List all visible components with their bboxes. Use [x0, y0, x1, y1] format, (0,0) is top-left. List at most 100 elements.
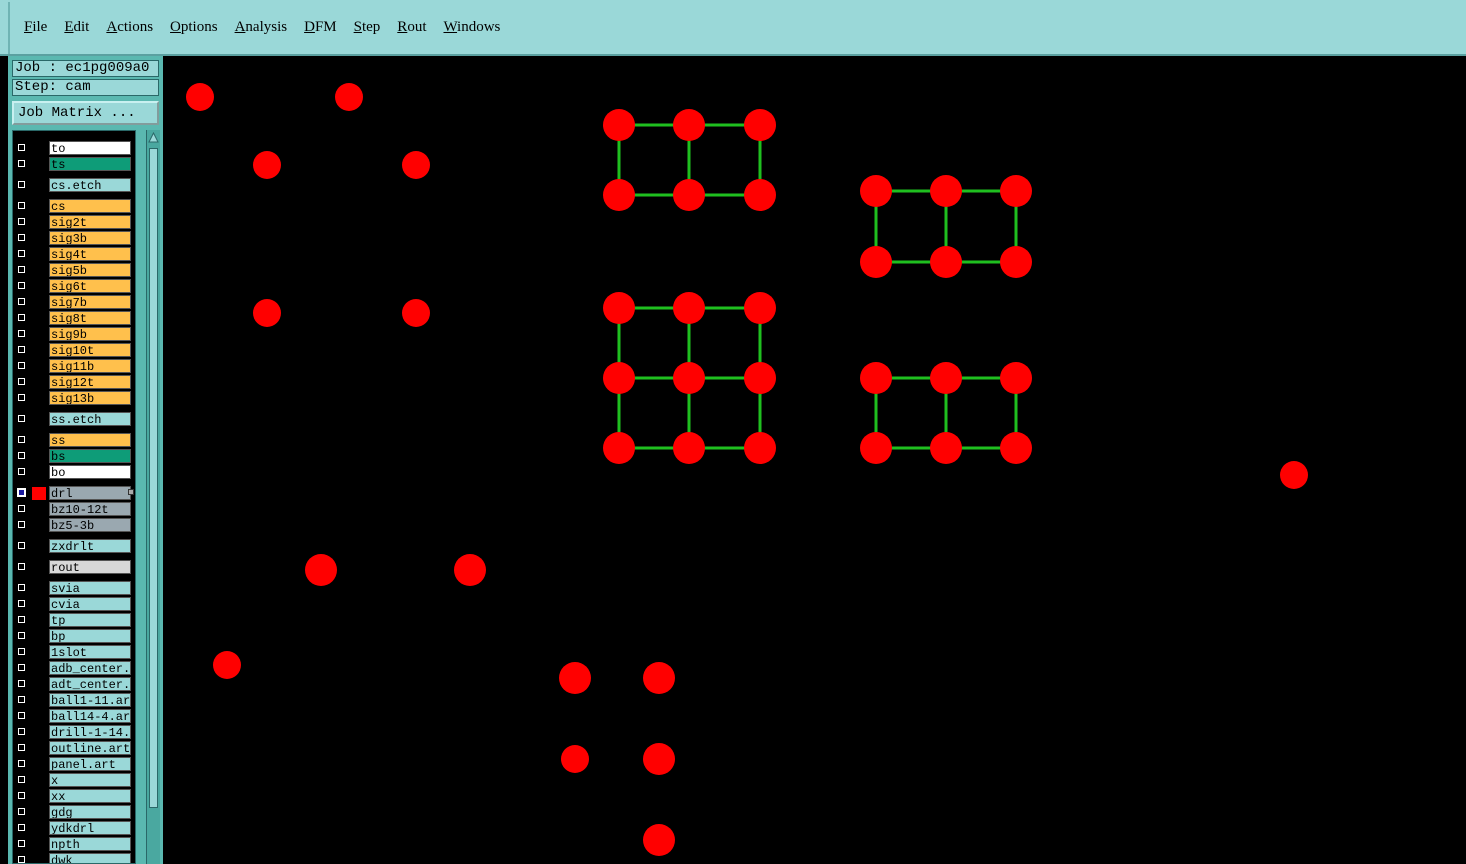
layer-row[interactable]: panel.art — [14, 757, 135, 772]
layer-checkbox[interactable] — [17, 345, 26, 354]
layer-name[interactable]: sig10t — [49, 343, 131, 357]
layer-name[interactable]: sig13b — [49, 391, 131, 405]
layer-name[interactable]: ball14-4.art — [49, 709, 131, 723]
layer-checkbox[interactable] — [17, 143, 26, 152]
layer-row[interactable]: zxdrlt — [14, 539, 135, 554]
job-matrix-button[interactable]: Job Matrix ... — [12, 101, 159, 125]
layer-checkbox[interactable] — [17, 393, 26, 402]
layer-checkbox[interactable] — [17, 615, 26, 624]
board-view[interactable] — [163, 56, 1466, 864]
layer-name[interactable]: sig9b — [49, 327, 131, 341]
layer-row[interactable]: cs — [14, 199, 135, 214]
layer-checkbox[interactable] — [17, 217, 26, 226]
layer-name[interactable]: adb_center.art — [49, 661, 131, 675]
layer-name[interactable]: drl — [49, 486, 131, 500]
layer-name[interactable]: sig3b — [49, 231, 131, 245]
layer-name[interactable]: ss.etch — [49, 412, 131, 426]
layer-checkbox[interactable] — [17, 823, 26, 832]
layer-row[interactable]: ball14-4.art — [14, 709, 135, 724]
layer-name[interactable]: npth — [49, 837, 131, 851]
layer-row[interactable]: sig10t — [14, 343, 135, 358]
layer-checkbox[interactable] — [17, 541, 26, 550]
layer-name[interactable]: cs.etch — [49, 178, 131, 192]
layer-row[interactable]: bp — [14, 629, 135, 644]
layer-name[interactable]: ball1-11.art — [49, 693, 131, 707]
menu-actions[interactable]: Actions — [106, 19, 153, 36]
menu-dfm[interactable]: DFM — [304, 19, 337, 36]
layer-checkbox[interactable] — [17, 807, 26, 816]
layer-checkbox[interactable] — [17, 839, 26, 848]
layer-name[interactable]: rout — [49, 560, 131, 574]
menu-rout[interactable]: Rout — [397, 19, 426, 36]
layer-row[interactable]: rout — [14, 560, 135, 575]
layer-checkbox[interactable] — [17, 520, 26, 529]
layer-checkbox[interactable] — [17, 743, 26, 752]
layer-checkbox[interactable] — [17, 695, 26, 704]
layer-name[interactable]: 1slot — [49, 645, 131, 659]
layer-name[interactable]: tp — [49, 613, 131, 627]
layer-name[interactable]: sig5b — [49, 263, 131, 277]
layer-checkbox[interactable] — [17, 265, 26, 274]
layer-checkbox[interactable] — [17, 488, 26, 497]
layer-name[interactable]: sig6t — [49, 279, 131, 293]
layer-row[interactable]: adb_center.art — [14, 661, 135, 676]
layer-row[interactable]: sig4t — [14, 247, 135, 262]
layer-checkbox[interactable] — [17, 759, 26, 768]
layer-name[interactable]: sig7b — [49, 295, 131, 309]
layer-row[interactable]: 1slot — [14, 645, 135, 660]
menu-edit[interactable]: Edit — [64, 19, 89, 36]
layer-name[interactable]: bz5-3b — [49, 518, 131, 532]
layer-name[interactable]: outline.art — [49, 741, 131, 755]
layer-row[interactable]: svia — [14, 581, 135, 596]
layer-row[interactable]: sig12t — [14, 375, 135, 390]
layer-name[interactable]: bs — [49, 449, 131, 463]
layer-name[interactable]: bo — [49, 465, 131, 479]
layer-checkbox[interactable] — [17, 435, 26, 444]
layer-checkbox[interactable] — [17, 583, 26, 592]
layer-row[interactable]: dwk — [14, 853, 135, 863]
layer-name[interactable]: drill-1-14.art — [49, 725, 131, 739]
layer-row[interactable]: drl — [14, 486, 135, 501]
layer-name[interactable]: cs — [49, 199, 131, 213]
layer-row[interactable]: gdg — [14, 805, 135, 820]
layer-name[interactable]: ss — [49, 433, 131, 447]
layer-checkbox[interactable] — [17, 180, 26, 189]
layer-checkbox[interactable] — [17, 663, 26, 672]
graphics-canvas[interactable] — [163, 56, 1466, 864]
layer-row[interactable]: sig6t — [14, 279, 135, 294]
layer-row[interactable]: sig5b — [14, 263, 135, 278]
layer-row[interactable]: to — [14, 141, 135, 156]
layer-name[interactable]: bp — [49, 629, 131, 643]
menu-analysis[interactable]: Analysis — [235, 19, 288, 36]
layer-checkbox[interactable] — [17, 233, 26, 242]
layer-row[interactable]: sig3b — [14, 231, 135, 246]
layer-row[interactable]: sig11b — [14, 359, 135, 374]
layer-checkbox[interactable] — [17, 451, 26, 460]
layer-checkbox[interactable] — [17, 711, 26, 720]
layer-row[interactable]: ball1-11.art — [14, 693, 135, 708]
layer-row[interactable]: sig9b — [14, 327, 135, 342]
layer-checkbox[interactable] — [17, 647, 26, 656]
layer-checkbox[interactable] — [17, 679, 26, 688]
layer-name[interactable]: x — [49, 773, 131, 787]
layer-row[interactable]: bo — [14, 465, 135, 480]
layer-checkbox[interactable] — [17, 281, 26, 290]
layer-row[interactable]: outline.art — [14, 741, 135, 756]
menu-step[interactable]: Step — [354, 19, 381, 36]
layer-row[interactable]: cs.etch — [14, 178, 135, 193]
layer-name[interactable]: adt_center.art — [49, 677, 131, 691]
scroll-thumb[interactable] — [149, 148, 158, 808]
layer-name[interactable]: sig4t — [49, 247, 131, 261]
layer-checkbox[interactable] — [17, 201, 26, 210]
layer-name[interactable]: gdg — [49, 805, 131, 819]
layer-name[interactable]: sig11b — [49, 359, 131, 373]
layer-checkbox[interactable] — [17, 467, 26, 476]
layer-row[interactable]: bs — [14, 449, 135, 464]
layer-row[interactable]: cvia — [14, 597, 135, 612]
layer-row[interactable]: sig7b — [14, 295, 135, 310]
layer-checkbox[interactable] — [17, 313, 26, 322]
layer-name[interactable]: bz10-12t — [49, 502, 131, 516]
layer-checkbox[interactable] — [17, 504, 26, 513]
layer-name[interactable]: ts — [49, 157, 131, 171]
layer-name[interactable]: panel.art — [49, 757, 131, 771]
